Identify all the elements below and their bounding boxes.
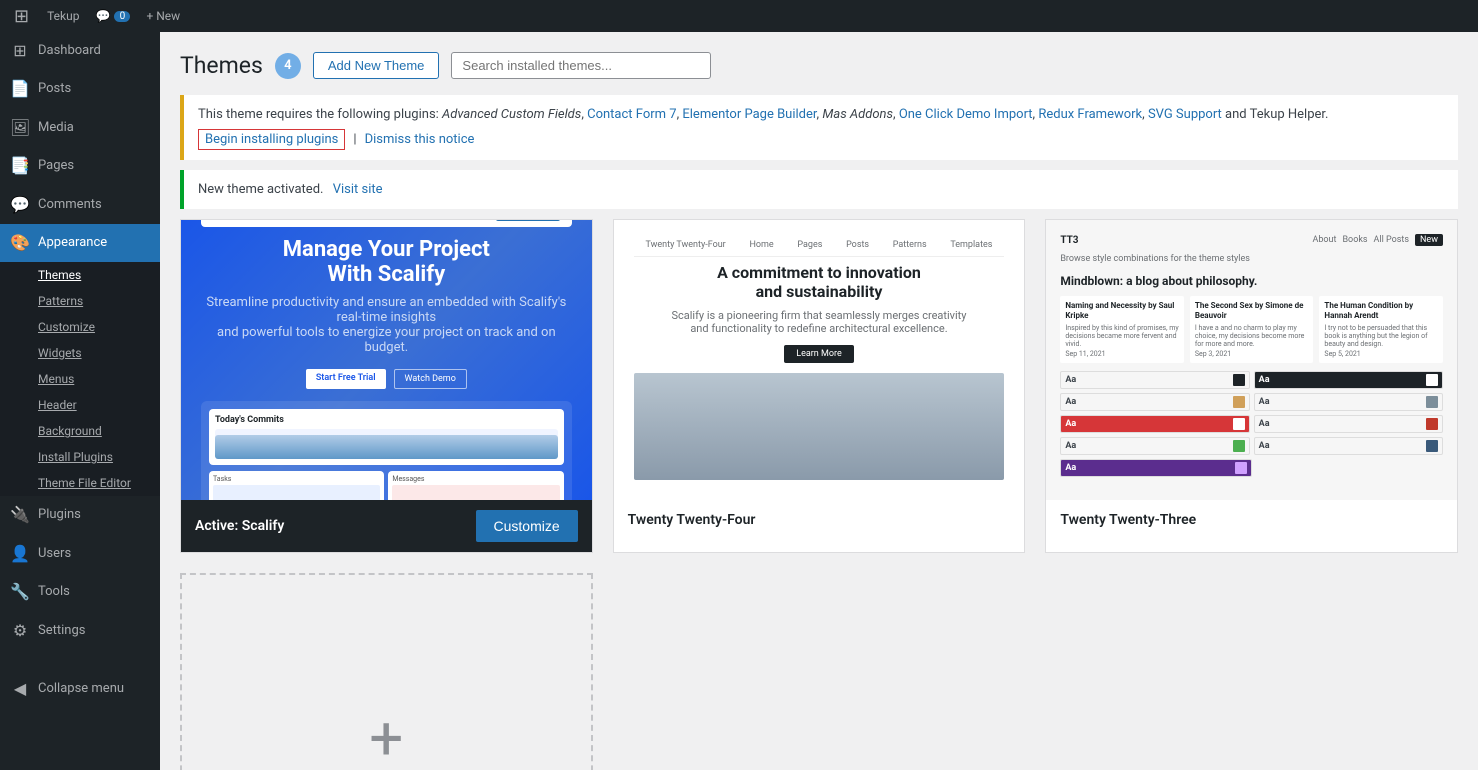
activated-notice-text: New theme activated. Visit site xyxy=(198,180,383,200)
ttf-name: Twenty Twenty-Four xyxy=(628,512,756,528)
comment-bubble-icon: 💬 xyxy=(95,9,110,23)
appearance-submenu: Themes Patterns Customize Widgets Menus … xyxy=(0,262,160,496)
begin-installing-link[interactable]: Begin installing plugins xyxy=(198,129,345,150)
customize-button[interactable]: Customize xyxy=(476,510,578,542)
ttt-name: Twenty Twenty-Three xyxy=(1060,512,1196,528)
settings-icon: ⚙ xyxy=(10,620,30,642)
scalify-mockup: ⬡ Scalify Home About Pages Blog Contact … xyxy=(181,220,592,500)
ttt-books: Naming and Necessity by Saul Kripke Insp… xyxy=(1060,296,1443,363)
ttt-screenshot: TT3 About Books All Posts New xyxy=(1046,220,1457,500)
submenu-item-background[interactable]: Background xyxy=(0,418,160,444)
submenu-item-theme-file-editor[interactable]: Theme File Editor xyxy=(0,470,160,496)
pages-icon: 📑 xyxy=(10,155,30,177)
submenu-item-widgets[interactable]: Widgets xyxy=(0,340,160,366)
sidebar-item-settings[interactable]: ⚙ Settings xyxy=(0,612,160,650)
submenu-item-customize[interactable]: Customize xyxy=(0,314,160,340)
notice-links: Begin installing plugins | Dismiss this … xyxy=(198,129,474,150)
scalify-active-bar: Active: Scalify Customize xyxy=(181,500,592,552)
submenu-item-header[interactable]: Header xyxy=(0,392,160,418)
redux-link[interactable]: Redux Framework xyxy=(1038,107,1142,122)
visit-site-link[interactable]: Visit site xyxy=(333,182,383,197)
theme-count-badge: 4 xyxy=(275,53,301,79)
collapse-menu-button[interactable]: ◀ Collapse menu xyxy=(0,670,160,708)
ttt-header: TT3 About Books All Posts New xyxy=(1060,234,1443,246)
comments-icon: 💬 xyxy=(10,194,30,216)
ttt-swatches: Aa Aa Aa xyxy=(1060,371,1443,455)
layout: ⊞ Dashboard 📄 Posts 🖼 Media 📑 Pages 💬 Co… xyxy=(0,32,1478,770)
ttf-headline: A commitment to innovationand sustainabi… xyxy=(717,263,921,301)
ttt-mockup: TT3 About Books All Posts New xyxy=(1046,220,1457,500)
scalify-sub: Streamline productivity and ensure an em… xyxy=(201,295,572,355)
posts-icon: 📄 xyxy=(10,78,30,100)
page-header: Themes 4 Add New Theme xyxy=(180,52,1458,79)
dashboard-icon: ⊞ xyxy=(10,40,30,62)
sidebar-item-pages[interactable]: 📑 Pages xyxy=(0,147,160,185)
ttt-headline: Mindblown: a blog about philosophy. xyxy=(1060,274,1443,288)
sidebar-item-users[interactable]: 👤 Users xyxy=(0,535,160,573)
sidebar-item-dashboard[interactable]: ⊞ Dashboard xyxy=(0,32,160,70)
elementor-link[interactable]: Elementor Page Builder xyxy=(682,107,816,122)
dismiss-notice-link[interactable]: Dismiss this notice xyxy=(365,132,475,147)
plugins-icon: 🔌 xyxy=(10,504,30,526)
activated-notice: New theme activated. Visit site xyxy=(180,170,1458,210)
sidebar-item-media[interactable]: 🖼 Media xyxy=(0,109,160,147)
add-theme-icon: + xyxy=(369,703,403,770)
sidebar: ⊞ Dashboard 📄 Posts 🖼 Media 📑 Pages 💬 Co… xyxy=(0,32,160,770)
active-theme-label: Active: Scalify xyxy=(195,518,284,534)
scalify-title: Manage Your ProjectWith Scalify xyxy=(283,237,490,287)
sidebar-item-comments[interactable]: 💬 Comments xyxy=(0,186,160,224)
main-content: Themes 4 Add New Theme This theme requir… xyxy=(160,32,1478,770)
scalify-nav: ⬡ Scalify Home About Pages Blog Contact … xyxy=(201,220,572,227)
ttf-learn-more[interactable]: Learn More xyxy=(784,345,854,363)
add-new-theme-placeholder[interactable]: + xyxy=(180,573,593,770)
sidebar-item-tools[interactable]: 🔧 Tools xyxy=(0,573,160,611)
sidebar-item-plugins[interactable]: 🔌 Plugins xyxy=(0,496,160,534)
tools-icon: 🔧 xyxy=(10,581,30,603)
plugin-notice-text: This theme requires the following plugin… xyxy=(198,105,1328,125)
comments-icon-link[interactable]: 💬 0 xyxy=(87,0,138,32)
ttf-screenshot: Twenty Twenty-Four Home Pages Posts Patt… xyxy=(614,220,1025,500)
plugin-notice: This theme requires the following plugin… xyxy=(180,95,1458,160)
scalify-screenshot: ⬡ Scalify Home About Pages Blog Contact … xyxy=(181,220,592,500)
appearance-icon: 🎨 xyxy=(10,232,30,254)
new-label: + New xyxy=(146,9,180,23)
svg-support-link[interactable]: SVG Support xyxy=(1148,107,1222,122)
one-click-link[interactable]: One Click Demo Import xyxy=(899,107,1033,122)
users-icon: 👤 xyxy=(10,543,30,565)
wp-logo[interactable]: ⊞ xyxy=(8,6,35,27)
top-bar: ⊞ Tekup 💬 0 + New xyxy=(0,0,1478,32)
comments-count: 0 xyxy=(114,11,130,22)
sidebar-item-appearance[interactable]: 🎨 Appearance xyxy=(0,224,160,262)
submenu-item-install-plugins[interactable]: Install Plugins xyxy=(0,444,160,470)
submenu-item-menus[interactable]: Menus xyxy=(0,366,160,392)
ttf-mockup: Twenty Twenty-Four Home Pages Posts Patt… xyxy=(614,220,1025,500)
ttf-image xyxy=(634,373,1005,480)
add-new-theme-button[interactable]: Add New Theme xyxy=(313,52,440,79)
theme-card-ttf[interactable]: Twenty Twenty-Four Home Pages Posts Patt… xyxy=(613,219,1026,553)
ttt-footer: Twenty Twenty-Three xyxy=(1046,500,1457,540)
submenu-item-themes[interactable]: Themes xyxy=(0,262,160,288)
submenu-item-patterns[interactable]: Patterns xyxy=(0,288,160,314)
collapse-icon: ◀ xyxy=(10,678,30,700)
site-name[interactable]: Tekup xyxy=(39,0,87,32)
sidebar-item-posts[interactable]: 📄 Posts xyxy=(0,70,160,108)
themes-grid: ⬡ Scalify Home About Pages Blog Contact … xyxy=(180,219,1458,770)
page-title: Themes xyxy=(180,52,263,79)
theme-card-scalify: ⬡ Scalify Home About Pages Blog Contact … xyxy=(180,219,593,553)
ttf-sub: Scalify is a pioneering firm that seamle… xyxy=(671,309,966,335)
search-input[interactable] xyxy=(451,52,711,79)
media-icon: 🖼 xyxy=(10,117,30,139)
contact-form-7-link[interactable]: Contact Form 7 xyxy=(587,107,676,122)
ttf-footer: Twenty Twenty-Four xyxy=(614,500,1025,540)
new-item-link[interactable]: + New xyxy=(138,0,188,32)
theme-card-ttt[interactable]: TT3 About Books All Posts New xyxy=(1045,219,1458,553)
